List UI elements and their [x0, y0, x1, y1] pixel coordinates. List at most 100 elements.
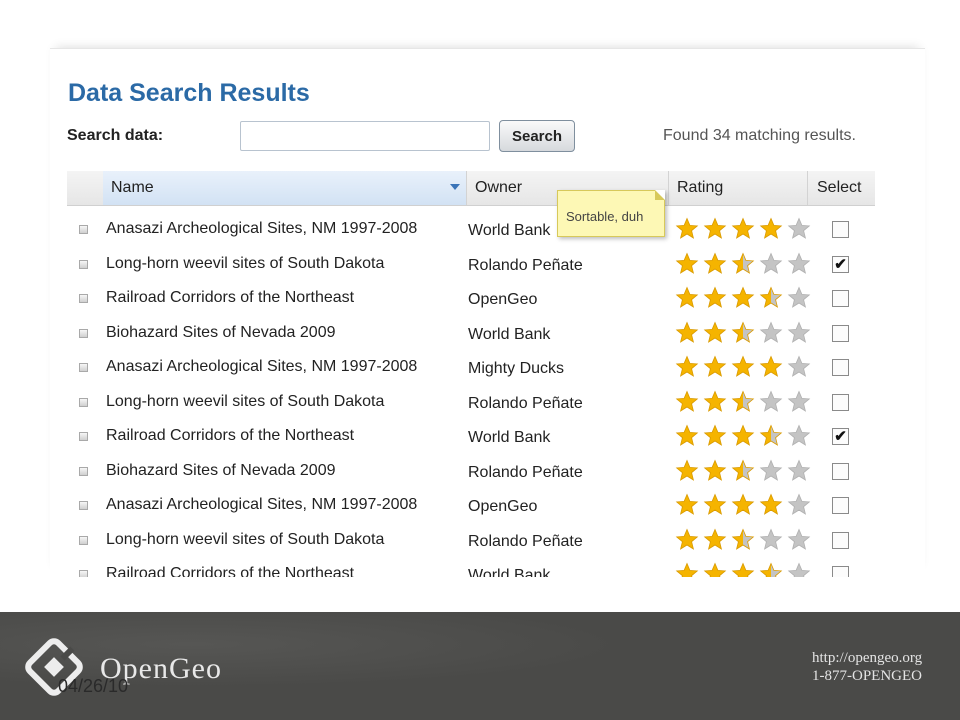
- star-filled-icon[interactable]: [675, 458, 699, 483]
- star-filled-icon[interactable]: [703, 527, 727, 552]
- star-filled-icon[interactable]: [675, 286, 699, 310]
- row-expand-icon[interactable]: [79, 466, 88, 476]
- table-row[interactable]: Biohazard Sites of Nevada 2009 World Bank: [67, 317, 875, 352]
- select-checkbox[interactable]: [832, 359, 849, 376]
- rating-stars[interactable]: [675, 320, 815, 347]
- select-checkbox[interactable]: [832, 497, 849, 514]
- row-expand-icon[interactable]: [79, 432, 88, 441]
- star-filled-icon[interactable]: [731, 493, 755, 517]
- row-expand-icon[interactable]: [79, 501, 88, 510]
- star-filled-icon[interactable]: [731, 424, 755, 448]
- star-filled-icon[interactable]: [731, 355, 755, 379]
- star-empty-icon[interactable]: [759, 458, 783, 483]
- row-expand-icon[interactable]: [79, 363, 88, 372]
- star-empty-icon[interactable]: [787, 355, 811, 379]
- star-filled-icon[interactable]: [675, 562, 699, 577]
- sort-desc-icon[interactable]: [450, 184, 460, 190]
- footer-url[interactable]: http://opengeo.org: [812, 650, 922, 667]
- column-header-name[interactable]: Name: [103, 171, 466, 205]
- select-checkbox[interactable]: [832, 531, 849, 549]
- table-row[interactable]: Long-horn weevil sites of South Dakota Ro…: [67, 524, 875, 559]
- table-row[interactable]: Long-horn weevil sites of South Dakota Ro…: [67, 386, 875, 421]
- row-expand-icon[interactable]: [79, 259, 88, 269]
- row-expand-icon[interactable]: [79, 570, 88, 577]
- star-filled-icon[interactable]: [731, 286, 755, 310]
- star-empty-icon[interactable]: [787, 389, 811, 414]
- star-empty-icon[interactable]: [759, 389, 783, 414]
- star-empty-icon[interactable]: [759, 527, 783, 552]
- star-empty-icon[interactable]: [787, 286, 811, 310]
- star-empty-icon[interactable]: [787, 527, 811, 552]
- star-filled-icon[interactable]: [703, 320, 727, 345]
- star-filled-icon[interactable]: [759, 217, 783, 241]
- row-expand-icon[interactable]: [79, 535, 88, 545]
- star-half-icon[interactable]: [731, 320, 755, 345]
- star-empty-icon[interactable]: [787, 493, 811, 517]
- column-header-select[interactable]: Select: [807, 171, 875, 205]
- rating-stars[interactable]: [675, 251, 815, 278]
- star-filled-icon[interactable]: [703, 458, 727, 483]
- rating-stars[interactable]: [675, 458, 815, 485]
- star-half-icon[interactable]: [731, 458, 755, 483]
- search-input[interactable]: [240, 121, 490, 151]
- rating-stars[interactable]: [675, 562, 815, 577]
- star-filled-icon[interactable]: [703, 493, 727, 517]
- row-expand-icon[interactable]: [79, 294, 88, 303]
- star-filled-icon[interactable]: [675, 527, 699, 552]
- star-filled-icon[interactable]: [675, 424, 699, 448]
- star-filled-icon[interactable]: [703, 389, 727, 414]
- star-empty-icon[interactable]: [787, 217, 811, 241]
- select-checkbox[interactable]: ✔: [832, 255, 849, 273]
- search-button[interactable]: Search: [499, 120, 575, 152]
- star-filled-icon[interactable]: [675, 355, 699, 379]
- rating-stars[interactable]: [675, 286, 815, 312]
- star-empty-icon[interactable]: [787, 251, 811, 276]
- column-header-rating[interactable]: Rating: [668, 171, 807, 205]
- star-filled-icon[interactable]: [703, 251, 727, 276]
- table-row[interactable]: Long-horn weevil sites of South Dakota Ro…: [67, 248, 875, 283]
- table-row[interactable]: Anasazi Archeological Sites, NM 1997-200…: [67, 213, 875, 248]
- star-filled-icon[interactable]: [731, 562, 755, 577]
- star-half-icon[interactable]: [731, 389, 755, 414]
- row-expand-icon[interactable]: [79, 397, 88, 407]
- star-filled-icon[interactable]: [675, 217, 699, 241]
- row-expand-icon[interactable]: [79, 328, 88, 338]
- star-filled-icon[interactable]: [675, 493, 699, 517]
- star-half-icon[interactable]: [759, 424, 783, 448]
- star-half-icon[interactable]: [759, 562, 783, 577]
- row-expand-icon[interactable]: [79, 225, 88, 234]
- star-filled-icon[interactable]: [731, 217, 755, 241]
- rating-stars[interactable]: [675, 355, 815, 381]
- star-filled-icon[interactable]: [703, 217, 727, 241]
- star-half-icon[interactable]: [731, 527, 755, 552]
- select-checkbox[interactable]: [832, 290, 849, 307]
- star-filled-icon[interactable]: [759, 355, 783, 379]
- star-filled-icon[interactable]: [675, 320, 699, 345]
- star-empty-icon[interactable]: [787, 424, 811, 448]
- star-filled-icon[interactable]: [703, 562, 727, 577]
- rating-stars[interactable]: [675, 389, 815, 416]
- select-checkbox[interactable]: [832, 324, 849, 342]
- star-filled-icon[interactable]: [703, 286, 727, 310]
- rating-stars[interactable]: [675, 217, 815, 243]
- star-filled-icon[interactable]: [759, 493, 783, 517]
- table-row[interactable]: Anasazi Archeological Sites, NM 1997-200…: [67, 489, 875, 524]
- star-empty-icon[interactable]: [759, 251, 783, 276]
- select-checkbox[interactable]: [832, 566, 849, 577]
- table-row[interactable]: Railroad Corridors of the Northeast OpenG…: [67, 282, 875, 317]
- star-empty-icon[interactable]: [787, 562, 811, 577]
- select-checkbox[interactable]: [832, 462, 849, 480]
- star-filled-icon[interactable]: [703, 424, 727, 448]
- table-row[interactable]: Railroad Corridors of the Northeast World…: [67, 420, 875, 455]
- table-row[interactable]: Railroad Corridors of the Northeast World…: [67, 558, 875, 577]
- select-checkbox[interactable]: [832, 221, 849, 238]
- rating-stars[interactable]: [675, 424, 815, 450]
- table-row[interactable]: Anasazi Archeological Sites, NM 1997-200…: [67, 351, 875, 386]
- star-filled-icon[interactable]: [675, 389, 699, 414]
- rating-stars[interactable]: [675, 527, 815, 554]
- star-empty-icon[interactable]: [787, 320, 811, 345]
- rating-stars[interactable]: [675, 493, 815, 519]
- star-filled-icon[interactable]: [675, 251, 699, 276]
- star-half-icon[interactable]: [759, 286, 783, 310]
- select-checkbox[interactable]: ✔: [832, 428, 849, 445]
